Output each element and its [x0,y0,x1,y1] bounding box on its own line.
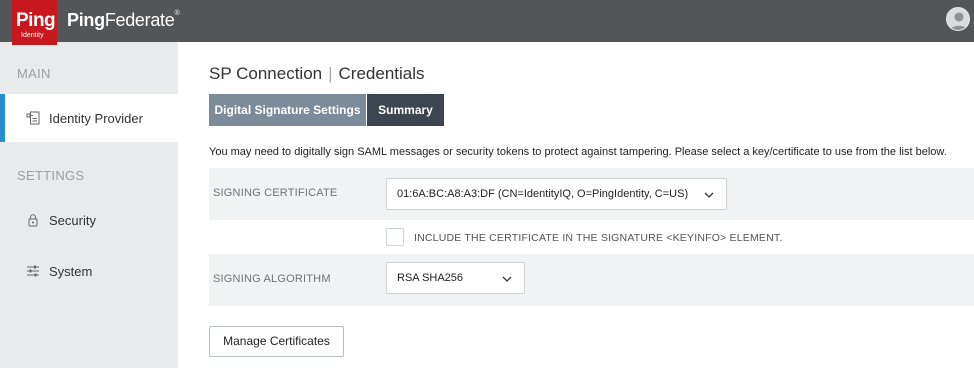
sidebar-item-label: System [49,263,93,279]
signing-certificate-row: SIGNING CERTIFICATE 01:6A:BC:A8:A3:DF (C… [209,168,974,220]
signing-algorithm-label: SIGNING ALGORITHM [213,273,331,285]
sliders-icon [27,265,39,277]
sidebar-item-system[interactable]: System [26,261,92,281]
sidebar-item-label: Security [49,212,96,228]
logo-sub-text: Identity [21,32,44,39]
ping-identity-logo[interactable]: Ping Identity [12,0,57,45]
sidebar: MAIN Identity Provider SETTINGS Security [0,42,178,368]
chevron-down-icon [502,276,512,282]
include-certificate-checkbox[interactable] [386,228,404,246]
sidebar-item-content: Identity Provider [26,108,143,128]
signing-certificate-label: SIGNING CERTIFICATE [213,187,338,199]
signing-algorithm-row: SIGNING ALGORITHM RSA SHA256 [209,254,974,306]
sidebar-section-settings: SETTINGS [17,168,85,183]
tab-digital-signature-settings[interactable]: Digital Signature Settings [209,94,366,126]
signing-certificate-select[interactable]: 01:6A:BC:A8:A3:DF (CN=IdentityIQ, O=Ping… [386,178,727,210]
page-title-left: SP Connection [209,64,323,83]
sidebar-item-security[interactable]: Security [26,210,96,230]
registered-mark: ® [174,10,180,17]
active-indicator [0,94,5,142]
page-title-right: Credentials [338,64,425,83]
sidebar-section-main: MAIN [17,66,51,81]
identity-provider-icon [26,111,40,125]
signing-algorithm-select[interactable]: RSA SHA256 [386,262,525,294]
lock-icon [28,214,38,227]
chevron-down-icon [704,192,714,198]
tab-summary[interactable]: Summary [367,94,444,126]
sidebar-item-identity-provider[interactable]: Identity Provider [0,94,178,142]
user-avatar-icon[interactable] [946,7,970,31]
manage-certificates-button[interactable]: Manage Certificates [209,326,344,357]
product-name-rest: Federate [104,10,175,30]
instructions-text: You may need to digitally sign SAML mess… [209,146,947,158]
active-item-notch [178,52,186,100]
logo-main-text: Ping [16,10,56,31]
title-separator: | [328,64,333,83]
product-name: PingFederate® [67,10,180,31]
page-title: SP Connection | Credentials [209,64,425,84]
product-name-bold: Ping [67,10,105,30]
sidebar-item-label: Identity Provider [49,110,143,126]
top-bar: Ping Identity PingFederate® [0,0,974,45]
signing-algorithm-value: RSA SHA256 [397,272,464,284]
signing-certificate-value: 01:6A:BC:A8:A3:DF (CN=IdentityIQ, O=Ping… [397,188,689,200]
include-certificate-label: INCLUDE THE CERTIFICATE IN THE SIGNATURE… [414,232,783,244]
